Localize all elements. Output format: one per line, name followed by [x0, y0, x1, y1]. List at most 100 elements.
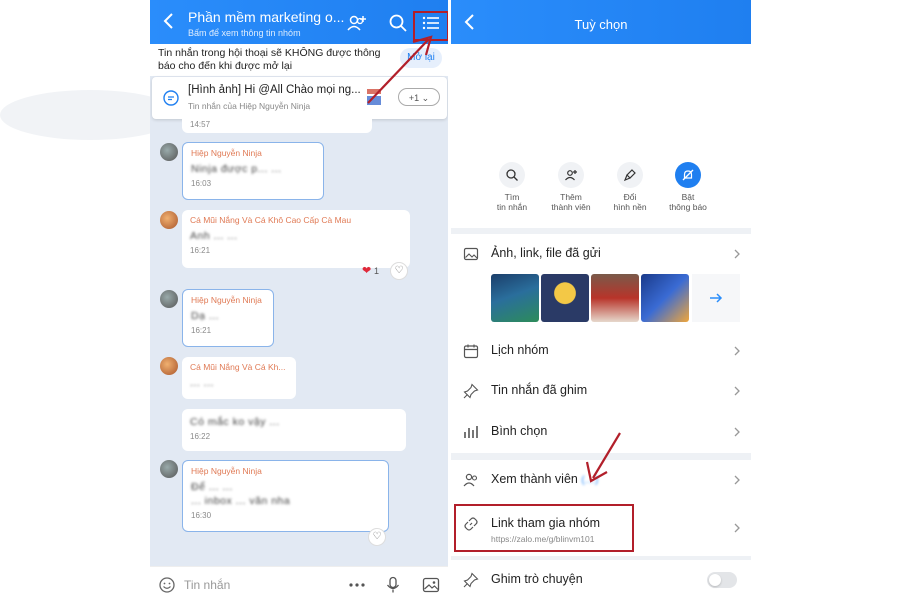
chat-screen: Phần mềm marketing o... Bấm để xem thông…	[150, 0, 448, 600]
media-label: Ảnh, link, file đã gửi	[491, 246, 601, 260]
message-bubble[interactable]: Có mắc ko vậy ... 16:22	[182, 409, 406, 451]
quick-action-notifications[interactable]: Bật thông báo	[658, 162, 718, 212]
pin-chat-toggle[interactable]	[707, 572, 737, 588]
message-sender: Hiệp Nguyễn Ninja	[191, 466, 262, 476]
message-sender: Hiệp Nguyễn Ninja	[191, 295, 262, 305]
pinned-subtitle: Tin nhắn của Hiệp Nguyễn Ninja	[188, 101, 311, 111]
quick-action-add-member[interactable]: Thêm thành viên	[541, 162, 601, 212]
brush-icon	[617, 162, 643, 188]
media-thumbnails	[491, 274, 741, 324]
avatar[interactable]	[160, 290, 178, 308]
search-icon	[499, 162, 525, 188]
quick-action-label: Thêm thành viên	[551, 192, 591, 212]
chevron-right-icon	[734, 386, 740, 396]
view-members-label: Xem thành viên	[491, 472, 578, 486]
mute-notice-text: Tin nhắn trong hội thoại sẽ KHÔNG được t…	[158, 47, 381, 72]
chat-header: Phần mềm marketing o... Bấm để xem thông…	[150, 0, 448, 44]
media-thumbnail[interactable]	[491, 274, 539, 322]
more-options-icon[interactable]	[348, 576, 366, 594]
row-label: Lịch nhóm	[491, 343, 549, 357]
avatar[interactable]	[160, 143, 178, 161]
view-members-row[interactable]: Xem thành viên (...)	[451, 460, 751, 500]
emoji-icon[interactable]	[158, 576, 176, 594]
message-bubble[interactable]: Hiệp Nguyễn Ninja Để ... ... ... inbox .…	[182, 460, 389, 532]
media-row[interactable]: Ảnh, link, file đã gửi	[451, 234, 751, 274]
quick-action-search[interactable]: Tìm tin nhắn	[482, 162, 542, 212]
message-time: 16:22	[190, 432, 211, 441]
microphone-icon[interactable]	[384, 576, 402, 594]
message-bubble[interactable]: Hiệp Nguyễn Ninja Dạ ... 16:21	[182, 289, 274, 347]
pinned-message[interactable]: [Hình ảnh] Hi @All Chào mọi ng... Tin nh…	[152, 77, 447, 119]
row-label: Tin nhắn đã ghim	[491, 383, 588, 397]
message-text: Để ... ...	[191, 481, 233, 493]
media-thumbnail[interactable]	[641, 274, 689, 322]
message-text: Dạ ...	[191, 310, 220, 322]
chevron-right-icon	[734, 249, 740, 259]
row-label: Bình chọn	[491, 424, 548, 438]
message-composer: Tin nhắn	[150, 566, 448, 600]
message-input[interactable]: Tin nhắn	[184, 578, 230, 592]
pin-chat-section: Ghim trò chuyện	[451, 560, 751, 600]
poll-row[interactable]: Bình chọn	[451, 412, 751, 452]
like-heart-icon[interactable]: ♡	[368, 528, 386, 546]
join-link-highlight-box	[454, 504, 634, 552]
pinned-title: [Hình ảnh] Hi @All Chào mọi ng...	[188, 84, 361, 96]
add-member-icon	[558, 162, 584, 188]
message-text: ... ...	[190, 377, 214, 389]
more-media-button[interactable]	[692, 274, 740, 322]
search-icon[interactable]	[387, 12, 409, 34]
group-title[interactable]: Phần mềm marketing o...	[188, 9, 344, 25]
add-member-icon[interactable]	[346, 12, 368, 34]
media-thumbnail[interactable]	[591, 274, 639, 322]
message-text: Ninja được p... ...	[191, 163, 282, 175]
message-time: 16:21	[190, 246, 211, 255]
reaction-heart-icon[interactable]: ❤	[362, 264, 371, 277]
message-text: Anh ... ...	[190, 230, 238, 242]
pinned-more-count: +1	[408, 93, 420, 103]
quick-action-label: Bật thông báo	[669, 192, 707, 212]
member-count: (...)	[581, 475, 599, 486]
message-time: 16:30	[191, 511, 212, 520]
group-subtitle[interactable]: Bấm để xem thông tin nhóm	[188, 28, 301, 38]
bell-off-icon	[675, 162, 701, 188]
media-thumbnail[interactable]	[541, 274, 589, 322]
options-header: Tuỳ chọn	[451, 0, 751, 44]
group-info-area: Tìm tin nhắn Thêm thành viên Đổi hình nề…	[451, 44, 751, 228]
avatar[interactable]	[160, 211, 178, 229]
reaction-count: 1	[374, 266, 380, 276]
avatar[interactable]	[160, 460, 178, 478]
pinned-more-button[interactable]: +1 ⌄	[398, 88, 440, 106]
row-label: Xem thành viên (...)	[491, 472, 599, 486]
group-calendar-row[interactable]: Lịch nhóm	[451, 331, 751, 371]
members-icon	[463, 473, 478, 487]
image-icon[interactable]	[422, 576, 440, 594]
reopen-button[interactable]: Mở lại	[400, 48, 442, 68]
chevron-right-icon	[734, 346, 740, 356]
message-bubble[interactable]: Cá Mũi Nắng Và Cá Khô Cao Cấp Cà Mau Anh…	[182, 210, 410, 268]
calendar-icon	[463, 344, 479, 359]
chevron-right-icon	[734, 523, 740, 533]
pin-chat-row[interactable]: Ghim trò chuyện	[451, 560, 751, 600]
chevron-right-icon	[734, 427, 740, 437]
message-time: 16:03	[191, 179, 212, 188]
feature-list: Lịch nhóm Tin nhắn đã ghim Bình chọn	[451, 331, 751, 453]
menu-highlight-box	[413, 11, 448, 41]
photo-icon	[463, 247, 479, 261]
back-arrow-icon[interactable]	[158, 10, 180, 32]
message-bubble[interactable]: Hiệp Nguyễn Ninja Ninja được p... ... 16…	[182, 142, 324, 200]
message-bubble[interactable]: 14:57	[182, 119, 372, 133]
message-time: 16:21	[191, 326, 212, 335]
mute-notice: Tin nhắn trong hội thoại sẽ KHÔNG được t…	[150, 44, 448, 76]
pinned-messages-row[interactable]: Tin nhắn đã ghim	[451, 371, 751, 411]
quick-action-wallpaper[interactable]: Đổi hình nền	[600, 162, 660, 212]
arrow-right-icon	[710, 293, 723, 303]
options-title: Tuỳ chọn	[574, 17, 628, 32]
row-label: Ghim trò chuyện	[491, 572, 583, 586]
poll-icon	[464, 426, 478, 438]
like-heart-icon[interactable]: ♡	[390, 262, 408, 280]
annotation-arrows	[367, 35, 621, 483]
avatar[interactable]	[160, 357, 178, 375]
message-sender: Hiệp Nguyễn Ninja	[191, 148, 262, 158]
message-bubble[interactable]: Cá Mũi Nắng Và Cá Kh... ... ...	[182, 357, 296, 399]
flag-thumbnail	[367, 89, 381, 105]
